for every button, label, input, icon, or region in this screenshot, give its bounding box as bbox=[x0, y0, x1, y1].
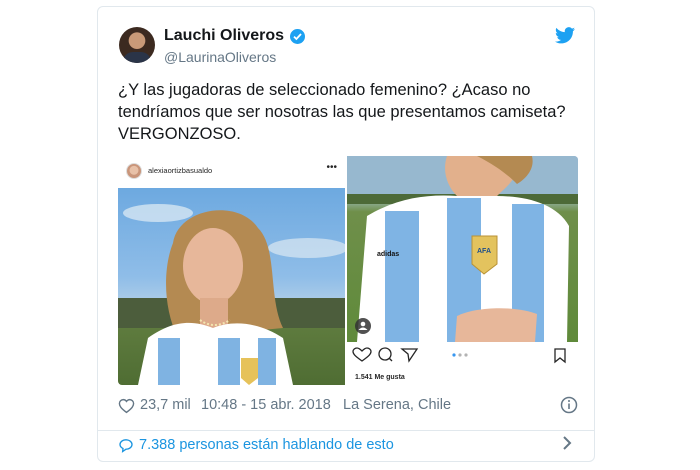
tweet-text-line: tendríamos que ser nosotras las que pres… bbox=[118, 103, 566, 121]
author-name[interactable]: Lauchi Oliveros bbox=[164, 27, 284, 45]
author-handle[interactable]: @LaurinaOliveros bbox=[164, 49, 276, 65]
tweet-text: ¿Y las jugadoras de seleccionado femenin… bbox=[118, 79, 578, 145]
instagram-heart-icon bbox=[352, 347, 372, 362]
instagram-likes: 1.541 Me gusta bbox=[355, 374, 405, 381]
tweet-location[interactable]: La Serena, Chile bbox=[343, 397, 451, 413]
tweet-media-image[interactable]: alexiaortizbasualdo ••• adidas AFA 1.541… bbox=[118, 156, 578, 385]
chevron-right-icon[interactable] bbox=[562, 435, 572, 456]
tweet-text-line: ¿Y las jugadoras de seleccionado femenin… bbox=[118, 81, 531, 99]
shirt-brand-label: adidas bbox=[377, 251, 400, 258]
instagram-username: alexiaortizbasualdo bbox=[148, 166, 213, 175]
tweet-card: Lauchi Oliveros @LaurinaOliveros ¿Y las … bbox=[97, 6, 595, 462]
conversation-text: 7.388 personas están hablando de esto bbox=[139, 437, 394, 453]
player-photo-left bbox=[118, 188, 345, 385]
author-avatar[interactable] bbox=[119, 27, 155, 63]
divider bbox=[98, 430, 594, 431]
instagram-post-left: alexiaortizbasualdo ••• bbox=[118, 156, 347, 385]
instagram-avatar bbox=[126, 163, 142, 179]
instagram-comment-icon bbox=[378, 347, 393, 362]
instagram-post-right: adidas AFA 1.541 Me gusta bbox=[347, 156, 578, 385]
tweet-text-line: VERGONZOSO. bbox=[118, 125, 241, 143]
twitter-bird-icon[interactable] bbox=[555, 27, 575, 49]
heart-icon[interactable] bbox=[118, 398, 135, 414]
jersey-photo-right: adidas AFA bbox=[347, 156, 578, 342]
info-icon[interactable] bbox=[560, 396, 578, 414]
instagram-actions: 1.541 Me gusta bbox=[347, 342, 578, 385]
tweet-timestamp[interactable]: 10:48 - 15 abr. 2018 bbox=[201, 397, 331, 413]
comment-bubble-icon bbox=[119, 439, 133, 453]
instagram-header: alexiaortizbasualdo ••• bbox=[118, 156, 345, 186]
instagram-share-icon bbox=[400, 348, 419, 363]
instagram-more-icon: ••• bbox=[326, 162, 337, 173]
crest-label: AFA bbox=[477, 248, 491, 255]
instagram-bookmark-icon bbox=[554, 348, 566, 364]
verified-badge-icon bbox=[290, 29, 305, 44]
like-count[interactable]: 23,7 mil bbox=[140, 397, 191, 413]
